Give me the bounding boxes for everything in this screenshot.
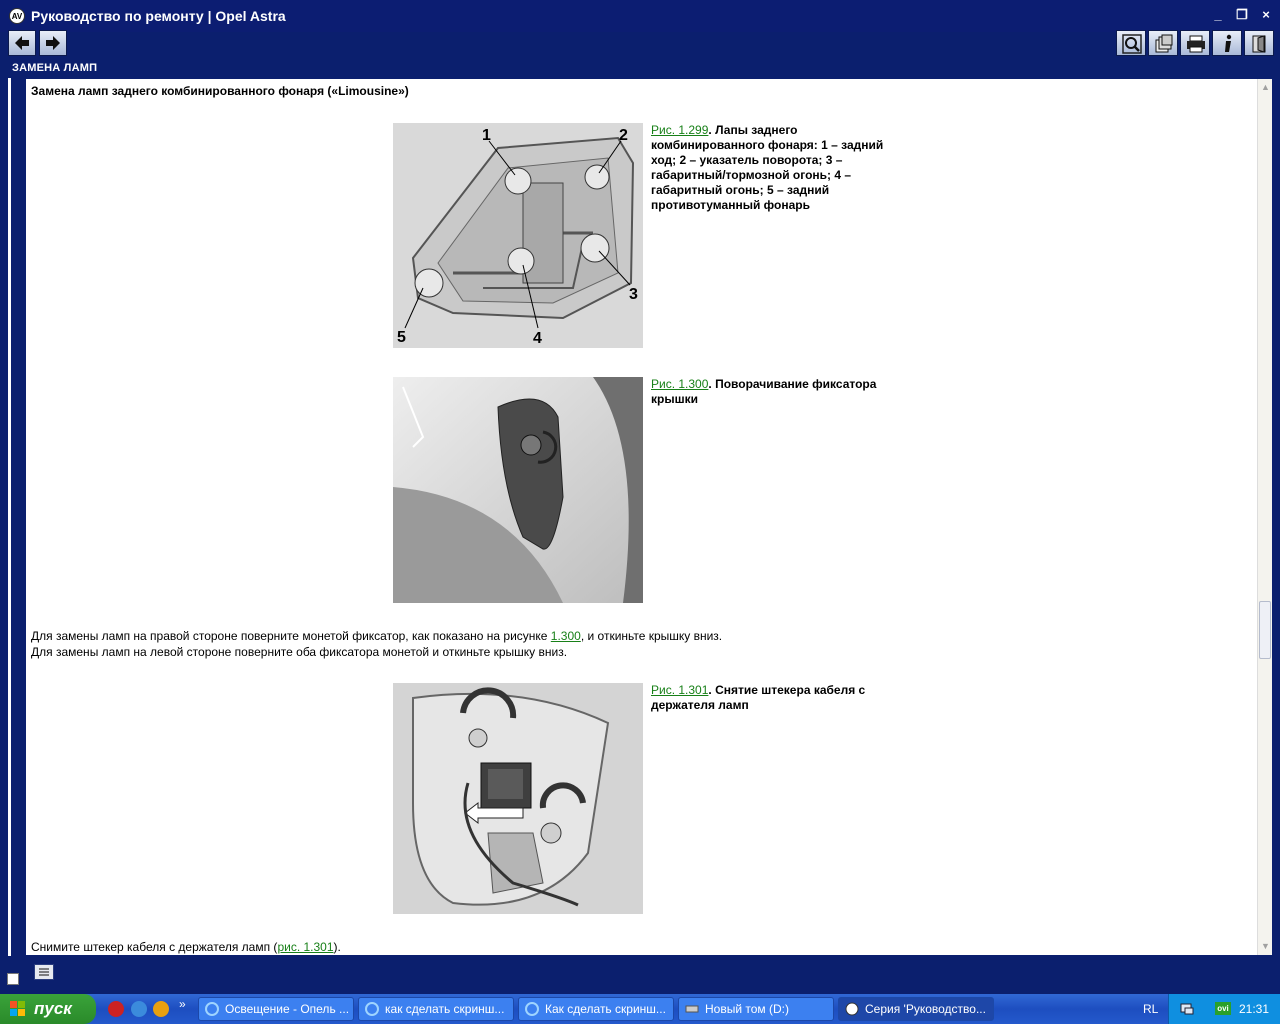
paragraph-right-side: Для замены ламп на правой стороне поверн… [31,629,723,643]
app-logo-icon: AV [9,8,25,24]
arrow-left-icon [15,36,29,50]
ie-icon [525,1002,539,1016]
scroll-up-icon[interactable]: ▲ [1260,82,1271,92]
quicklaunch-overflow[interactable]: » [179,997,186,1011]
arrow-right-icon [46,36,60,50]
figure-link-1-300[interactable]: Рис. 1.300 [651,377,708,391]
search-icon [1122,34,1142,54]
opera-icon[interactable] [108,1001,124,1017]
window-title: Руководство по ремонту | Opel Astra [31,8,286,24]
network-icon[interactable] [1179,1001,1195,1017]
forward-button[interactable] [39,30,67,56]
contents-list-button[interactable] [34,964,54,980]
figure-1-299: 1 2 3 4 5 [393,123,643,348]
exit-icon [1252,35,1266,53]
callout-3: 3 [629,286,638,303]
search-button[interactable] [1116,30,1146,56]
media-player-icon[interactable] [153,1001,169,1017]
clock[interactable]: 21:31 [1239,1002,1269,1016]
content-scrollbar[interactable]: ▲ ▼ [1257,79,1272,955]
list-icon [39,968,49,976]
language-indicator[interactable]: RL [1143,1002,1158,1016]
system-tray: ovi 21:31 [1168,994,1280,1024]
task-button-3[interactable]: Как сделать скринш... [518,997,674,1021]
minimize-button[interactable]: _ [1208,6,1228,24]
windows-logo-icon [10,1001,25,1016]
section-label: ЗАМЕНА ЛАМП [12,62,98,74]
cover-latch-image [393,377,643,603]
drive-icon [685,1005,699,1013]
task-button-4[interactable]: Новый том (D:) [678,997,834,1021]
title-bar: AV Руководство по ремонту | Opel Astra _… [0,0,1280,32]
bookmarks-button[interactable] [1148,30,1178,56]
callout-4: 4 [533,330,542,347]
taskbar: пуск » Освещение - Опель ... как сделать… [0,994,1280,1024]
caption-1-299: Рис. 1.299. Лапы заднего комбинированног… [651,123,884,212]
paragraph-remove-plug: Снимите штекер кабеля с держателя ламп (… [31,940,341,954]
figure-link-1-299[interactable]: Рис. 1.299 [651,123,708,137]
exit-button[interactable] [1244,30,1274,56]
callout-5: 5 [397,329,406,346]
ie-icon [365,1002,379,1016]
print-button[interactable] [1180,30,1210,56]
tail-light-lamp-holder-image: 1 2 3 4 5 [393,123,643,348]
ie-icon [205,1002,219,1016]
figure-1-300 [393,377,643,603]
bottom-bar [26,957,1272,987]
page-heading: Замена ламп заднего комбинированного фон… [31,84,409,98]
task-button-1[interactable]: Освещение - Опель ... [198,997,354,1021]
left-frame [0,78,24,956]
restore-button[interactable]: ❐ [1232,6,1252,24]
start-label: пуск [34,999,72,1018]
ovi-icon[interactable]: ovi [1215,1002,1231,1015]
figure-link-1-301[interactable]: Рис. 1.301 [651,683,708,697]
app-logo-icon [845,1002,859,1016]
caption-1-301: Рис. 1.301. Снятие штекера кабеля с держ… [651,683,866,712]
scroll-thumb[interactable] [1259,601,1271,659]
task-button-2[interactable]: как сделать скринш... [358,997,514,1021]
scroll-down-icon[interactable]: ▼ [1260,941,1271,951]
bookmarks-icon [1155,34,1173,53]
callout-1: 1 [482,127,491,144]
print-icon [1187,35,1205,53]
task-button-5[interactable]: Серия 'Руководство... [838,997,994,1021]
close-button[interactable]: × [1256,6,1276,24]
caption-1-300: Рис. 1.300. Поворачивание фиксатора крыш… [651,377,877,406]
ie-icon[interactable] [131,1001,147,1017]
link-1-300[interactable]: 1.300 [551,629,581,643]
content-pane: Замена ламп заднего комбинированного фон… [26,79,1257,955]
link-1-301[interactable]: рис. 1.301 [277,940,333,954]
cable-plug-removal-image [393,683,643,914]
figure-1-301 [393,683,643,914]
info-icon [1225,34,1232,52]
start-button[interactable]: пуск [0,994,96,1024]
frame-corner [7,973,19,985]
back-button[interactable] [8,30,36,56]
info-button[interactable] [1212,30,1242,56]
callout-2: 2 [619,127,628,144]
paragraph-left-side: Для замены ламп на левой стороне поверни… [31,645,568,659]
